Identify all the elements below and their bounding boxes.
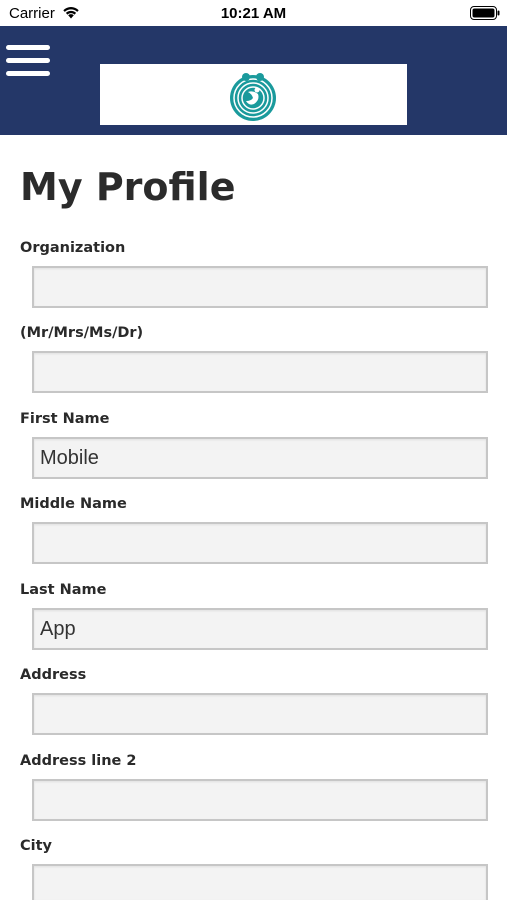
hamburger-menu-icon-bar-middle (6, 58, 50, 63)
status-bar: Carrier 10:21 AM (0, 0, 507, 26)
address-label: Address (20, 667, 87, 683)
menu-button[interactable] (6, 45, 50, 77)
city-label: City (20, 838, 52, 854)
middle-name-label: Middle Name (20, 496, 127, 512)
address-field[interactable] (32, 693, 488, 735)
organization-field[interactable] (32, 266, 488, 308)
middle-name-field[interactable] (32, 522, 488, 564)
battery-icon (470, 6, 500, 20)
hamburger-menu-icon-bar-bottom (6, 71, 50, 76)
first-name-label: First Name (20, 411, 110, 427)
first-name-field[interactable] (32, 437, 488, 479)
hamburger-menu-icon-bar-top (6, 45, 50, 50)
last-name-field[interactable] (32, 608, 488, 650)
logo-banner[interactable] (100, 64, 407, 125)
city-field[interactable] (32, 864, 488, 900)
address-line-2-label: Address line 2 (20, 753, 137, 769)
title-prefix-field[interactable] (32, 351, 488, 393)
organization-logo-icon (230, 73, 276, 121)
status-time: 10:21 AM (220, 5, 287, 22)
organization-label: Organization (20, 240, 126, 256)
title-prefix-label: (Mr/Mrs/Ms/Dr) (20, 325, 144, 341)
last-name-label: Last Name (20, 582, 107, 598)
address-line-2-field[interactable] (32, 779, 488, 821)
page-title: My Profile (20, 165, 236, 209)
